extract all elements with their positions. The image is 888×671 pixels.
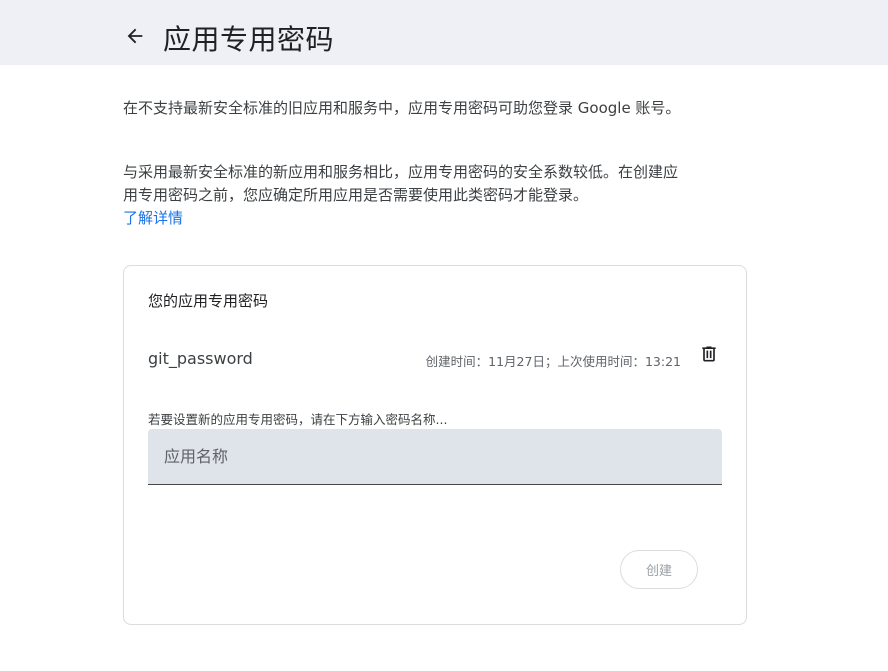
description-paragraph-2-text: 与采用最新安全标准的新应用和服务相比，应用专用密码的安全系数较低。在创建应用专用… <box>123 163 679 204</box>
password-meta: 创建时间：11月27日；上次使用时间：13:21 <box>425 354 681 369</box>
new-password-hint: 若要设置新的应用专用密码，请在下方输入密码名称... <box>148 412 448 427</box>
app-passwords-card: 您的应用专用密码 git_password 创建时间：11月27日；上次使用时间… <box>123 265 747 625</box>
top-header: 应用专用密码 <box>0 0 888 65</box>
description-paragraph-1: 在不支持最新安全标准的旧应用和服务中，应用专用密码可助您登录 Google 账号… <box>123 99 681 117</box>
delete-password-button[interactable] <box>697 344 721 368</box>
description-paragraph-2: 与采用最新安全标准的新应用和服务相比，应用专用密码的安全系数较低。在创建应用专用… <box>123 161 683 230</box>
learn-more-link[interactable]: 了解详情 <box>123 209 183 227</box>
app-name-input[interactable] <box>148 429 722 484</box>
back-button[interactable] <box>118 22 152 54</box>
card-title: 您的应用专用密码 <box>148 292 269 310</box>
page-title: 应用专用密码 <box>163 23 335 56</box>
create-button[interactable]: 创建 <box>620 550 698 589</box>
trash-icon <box>699 344 719 368</box>
password-name: git_password <box>148 349 253 368</box>
arrow-back-icon <box>124 25 146 51</box>
app-name-field <box>148 429 722 485</box>
